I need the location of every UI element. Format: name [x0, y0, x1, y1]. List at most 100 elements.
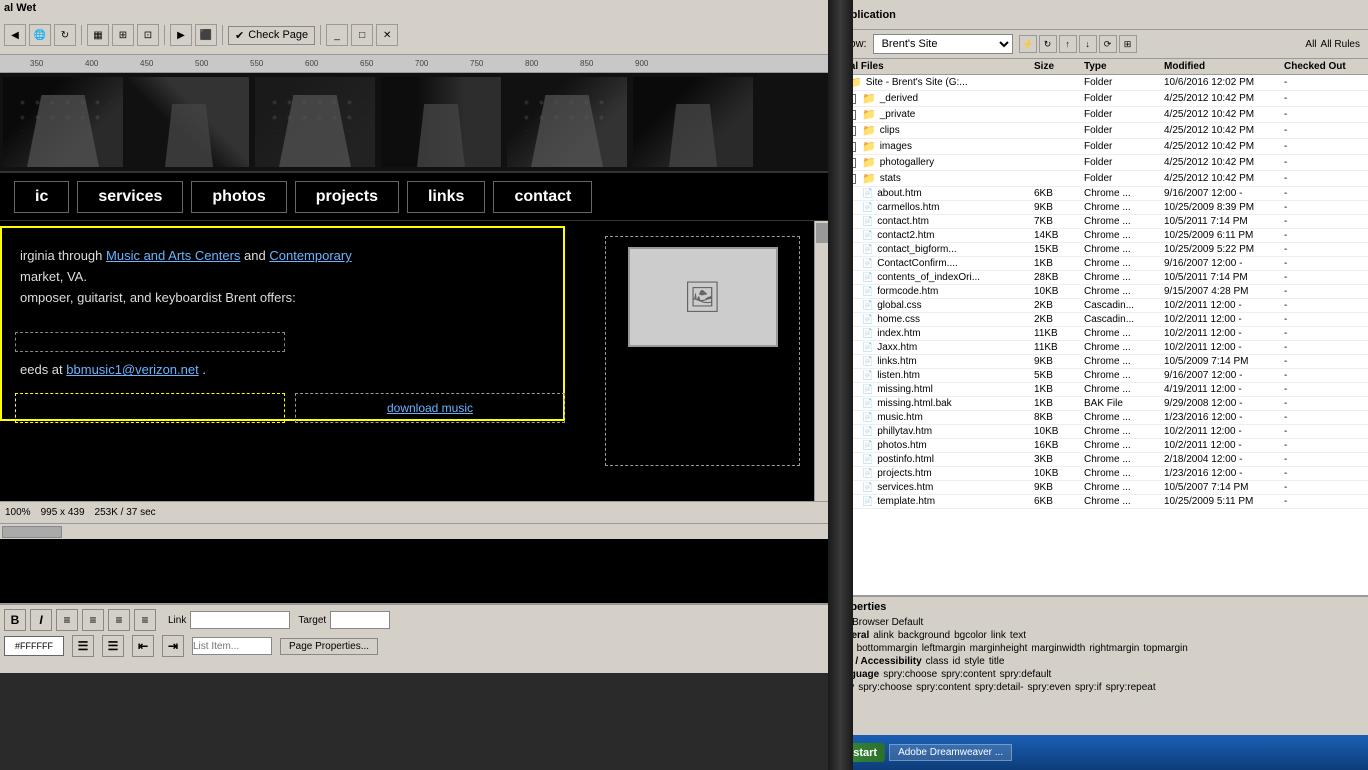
list-row: #FFFFFF ☰ ☰ ⇤ ⇥ Page Properties... [4, 635, 826, 657]
table-row[interactable]: + 📁 _derived Folder 4/25/2012 10:42 PM - [828, 91, 1368, 107]
table-row[interactable]: 📄 contents_of_indexOri... 28KB Chrome ..… [828, 271, 1368, 285]
properties-panel: Properties Tag Browser Default General a… [828, 595, 1368, 699]
nav-photos[interactable]: photos [191, 181, 286, 213]
table-row[interactable]: 📄 music.htm 8KB Chrome ... 1/23/2016 12:… [828, 411, 1368, 425]
file-size: 5KB [1034, 370, 1084, 381]
align-justify-btn[interactable]: ≡ [134, 609, 156, 631]
table-row[interactable]: 📄 contact_bigform... 15KB Chrome ... 10/… [828, 243, 1368, 257]
forward-icon[interactable]: 🌐 [29, 24, 51, 46]
table-row[interactable]: 📄 links.htm 9KB Chrome ... 10/5/2009 7:1… [828, 355, 1368, 369]
table-row[interactable]: 📄 phillytav.htm 10KB Chrome ... 10/2/201… [828, 425, 1368, 439]
outdent-btn[interactable]: ⇤ [132, 635, 154, 657]
table-row[interactable]: 📄 template.htm 6KB Chrome ... 10/25/2009… [828, 495, 1368, 509]
file-name-cell: 📄 services.htm [832, 482, 1034, 493]
window-close[interactable]: ✕ [376, 24, 398, 46]
taskbar-dreamweaver[interactable]: Adobe Dreamweaver ... [889, 744, 1012, 761]
table-row[interactable]: 📄 formcode.htm 10KB Chrome ... 9/15/2007… [828, 285, 1368, 299]
upload-icon[interactable]: ↑ [1059, 35, 1077, 53]
nav-music[interactable]: ic [14, 181, 69, 213]
file-size: 7KB [1034, 216, 1084, 227]
table-row[interactable]: 📄 services.htm 9KB Chrome ... 10/5/2007 … [828, 481, 1368, 495]
h-scroll-thumb[interactable] [2, 526, 62, 538]
refresh-icon[interactable]: ↻ [1039, 35, 1057, 53]
file-type: Chrome ... [1084, 482, 1164, 493]
nav-projects[interactable]: projects [295, 181, 399, 213]
panel-toolbar: ⚡ ↻ ↑ ↓ ⟳ ⊞ [1019, 35, 1137, 53]
file-name: stats [880, 173, 901, 184]
indent-btn[interactable]: ⇥ [162, 635, 184, 657]
table-row[interactable]: + 📁 images Folder 4/25/2012 10:42 PM - [828, 139, 1368, 155]
table-row[interactable]: 📄 carmellos.htm 9KB Chrome ... 10/25/200… [828, 201, 1368, 215]
grid-icon[interactable]: ▦ [87, 24, 109, 46]
check-page-button[interactable]: ✔ Check Page [228, 26, 315, 45]
file-name: contact_bigform... [877, 244, 956, 255]
target-input[interactable] [330, 611, 390, 629]
file-modified: 10/2/2011 12:00 - [1164, 440, 1284, 451]
play-icon[interactable]: ▶ [170, 24, 192, 46]
link-input[interactable] [190, 611, 290, 629]
table-row[interactable]: 📄 contact2.htm 14KB Chrome ... 10/25/200… [828, 229, 1368, 243]
color-swatch[interactable]: #FFFFFF [4, 636, 64, 656]
table-row[interactable]: 📄 postinfo.html 3KB Chrome ... 2/18/2004… [828, 453, 1368, 467]
table-row[interactable]: 📄 missing.html 1KB Chrome ... 4/19/2011 … [828, 383, 1368, 397]
table-row[interactable]: 📄 listen.htm 5KB Chrome ... 9/16/2007 12… [828, 369, 1368, 383]
table-row[interactable]: 📄 index.htm 11KB Chrome ... 10/2/2011 12… [828, 327, 1368, 341]
download-icon[interactable]: ↓ [1079, 35, 1097, 53]
table-row[interactable]: 📄 Jaxx.htm 11KB Chrome ... 10/2/2011 12:… [828, 341, 1368, 355]
table-row[interactable]: 📄 missing.html.bak 1KB BAK File 9/29/200… [828, 397, 1368, 411]
table-row[interactable]: 📄 projects.htm 10KB Chrome ... 1/23/2016… [828, 467, 1368, 481]
file-type: Folder [1084, 173, 1164, 184]
table-row[interactable]: 📄 contact.htm 7KB Chrome ... 10/5/2011 7… [828, 215, 1368, 229]
dw-toolbar: al Wet ◀ 🌐 ↻ ▦ ⊞ ⊡ ▶ ⬛ ✔ Check Page _ □ … [0, 0, 830, 55]
stop-icon[interactable]: ⬛ [195, 24, 217, 46]
file-type: Cascadin... [1084, 300, 1164, 311]
file-name-cell: - 📁 Site - Brent's Site (G:... [832, 76, 1034, 89]
file-icon: 📄 [862, 440, 873, 451]
table-row[interactable]: 📄 photos.htm 16KB Chrome ... 10/2/2011 1… [828, 439, 1368, 453]
right-monitor: Application Show: Brent's Site ⚡ ↻ ↑ ↓ ⟳… [828, 0, 1368, 770]
italic-btn[interactable]: I [30, 609, 52, 631]
show-dropdown[interactable]: Brent's Site [873, 34, 1013, 54]
table-row[interactable]: 📄 home.css 2KB Cascadin... 10/2/2011 12:… [828, 313, 1368, 327]
table-icon[interactable]: ⊞ [112, 24, 134, 46]
table-row[interactable]: + 📁 _private Folder 4/25/2012 10:42 PM - [828, 107, 1368, 123]
file-name: template.htm [877, 496, 935, 507]
nav-services[interactable]: services [77, 181, 183, 213]
unordered-list-btn[interactable]: ☰ [72, 635, 94, 657]
file-icon: 📄 [862, 286, 873, 297]
page-properties-button[interactable]: Page Properties... [280, 638, 378, 655]
refresh-icon[interactable]: ↻ [54, 24, 76, 46]
photo-2 [129, 77, 249, 167]
back-icon[interactable]: ◀ [4, 24, 26, 46]
align-left-btn[interactable]: ≡ [56, 609, 78, 631]
h-scrollbar[interactable] [0, 523, 830, 539]
align-center-btn[interactable]: ≡ [82, 609, 104, 631]
file-size: 10KB [1034, 426, 1084, 437]
table-row[interactable]: 📄 ContactConfirm.... 1KB Chrome ... 9/16… [828, 257, 1368, 271]
window-max[interactable]: □ [351, 24, 373, 46]
table-row[interactable]: + 📁 photogallery Folder 4/25/2012 10:42 … [828, 155, 1368, 171]
sync-icon[interactable]: ⟳ [1099, 35, 1117, 53]
window-min[interactable]: _ [326, 24, 348, 46]
table-row[interactable]: + 📁 stats Folder 4/25/2012 10:42 PM - [828, 171, 1368, 187]
file-checked: - [1284, 426, 1364, 437]
file-type: Chrome ... [1084, 244, 1164, 255]
file-panel[interactable]: - 📁 Site - Brent's Site (G:... Folder 10… [828, 75, 1368, 595]
align-right-btn[interactable]: ≡ [108, 609, 130, 631]
ordered-list-btn[interactable]: ☰ [102, 635, 124, 657]
bold-btn[interactable]: B [4, 609, 26, 631]
file-name-cell: 📄 links.htm [832, 356, 1034, 367]
file-icon: 📄 [862, 468, 873, 479]
expand-icon[interactable]: ⊞ [1119, 35, 1137, 53]
nav-links[interactable]: links [407, 181, 485, 213]
table-row[interactable]: 📄 about.htm 6KB Chrome ... 9/16/2007 12:… [828, 187, 1368, 201]
file-checked: - [1284, 286, 1364, 297]
list-item-input[interactable] [192, 637, 272, 655]
connect-icon[interactable]: ⚡ [1019, 35, 1037, 53]
table-row[interactable]: 📄 global.css 2KB Cascadin... 10/2/2011 1… [828, 299, 1368, 313]
table-row[interactable]: + 📁 clips Folder 4/25/2012 10:42 PM - [828, 123, 1368, 139]
nav-contact[interactable]: contact [493, 181, 592, 213]
layout-icon[interactable]: ⊡ [137, 24, 159, 46]
file-name-cell: 📄 phillytav.htm [832, 426, 1034, 437]
table-row[interactable]: - 📁 Site - Brent's Site (G:... Folder 10… [828, 75, 1368, 91]
